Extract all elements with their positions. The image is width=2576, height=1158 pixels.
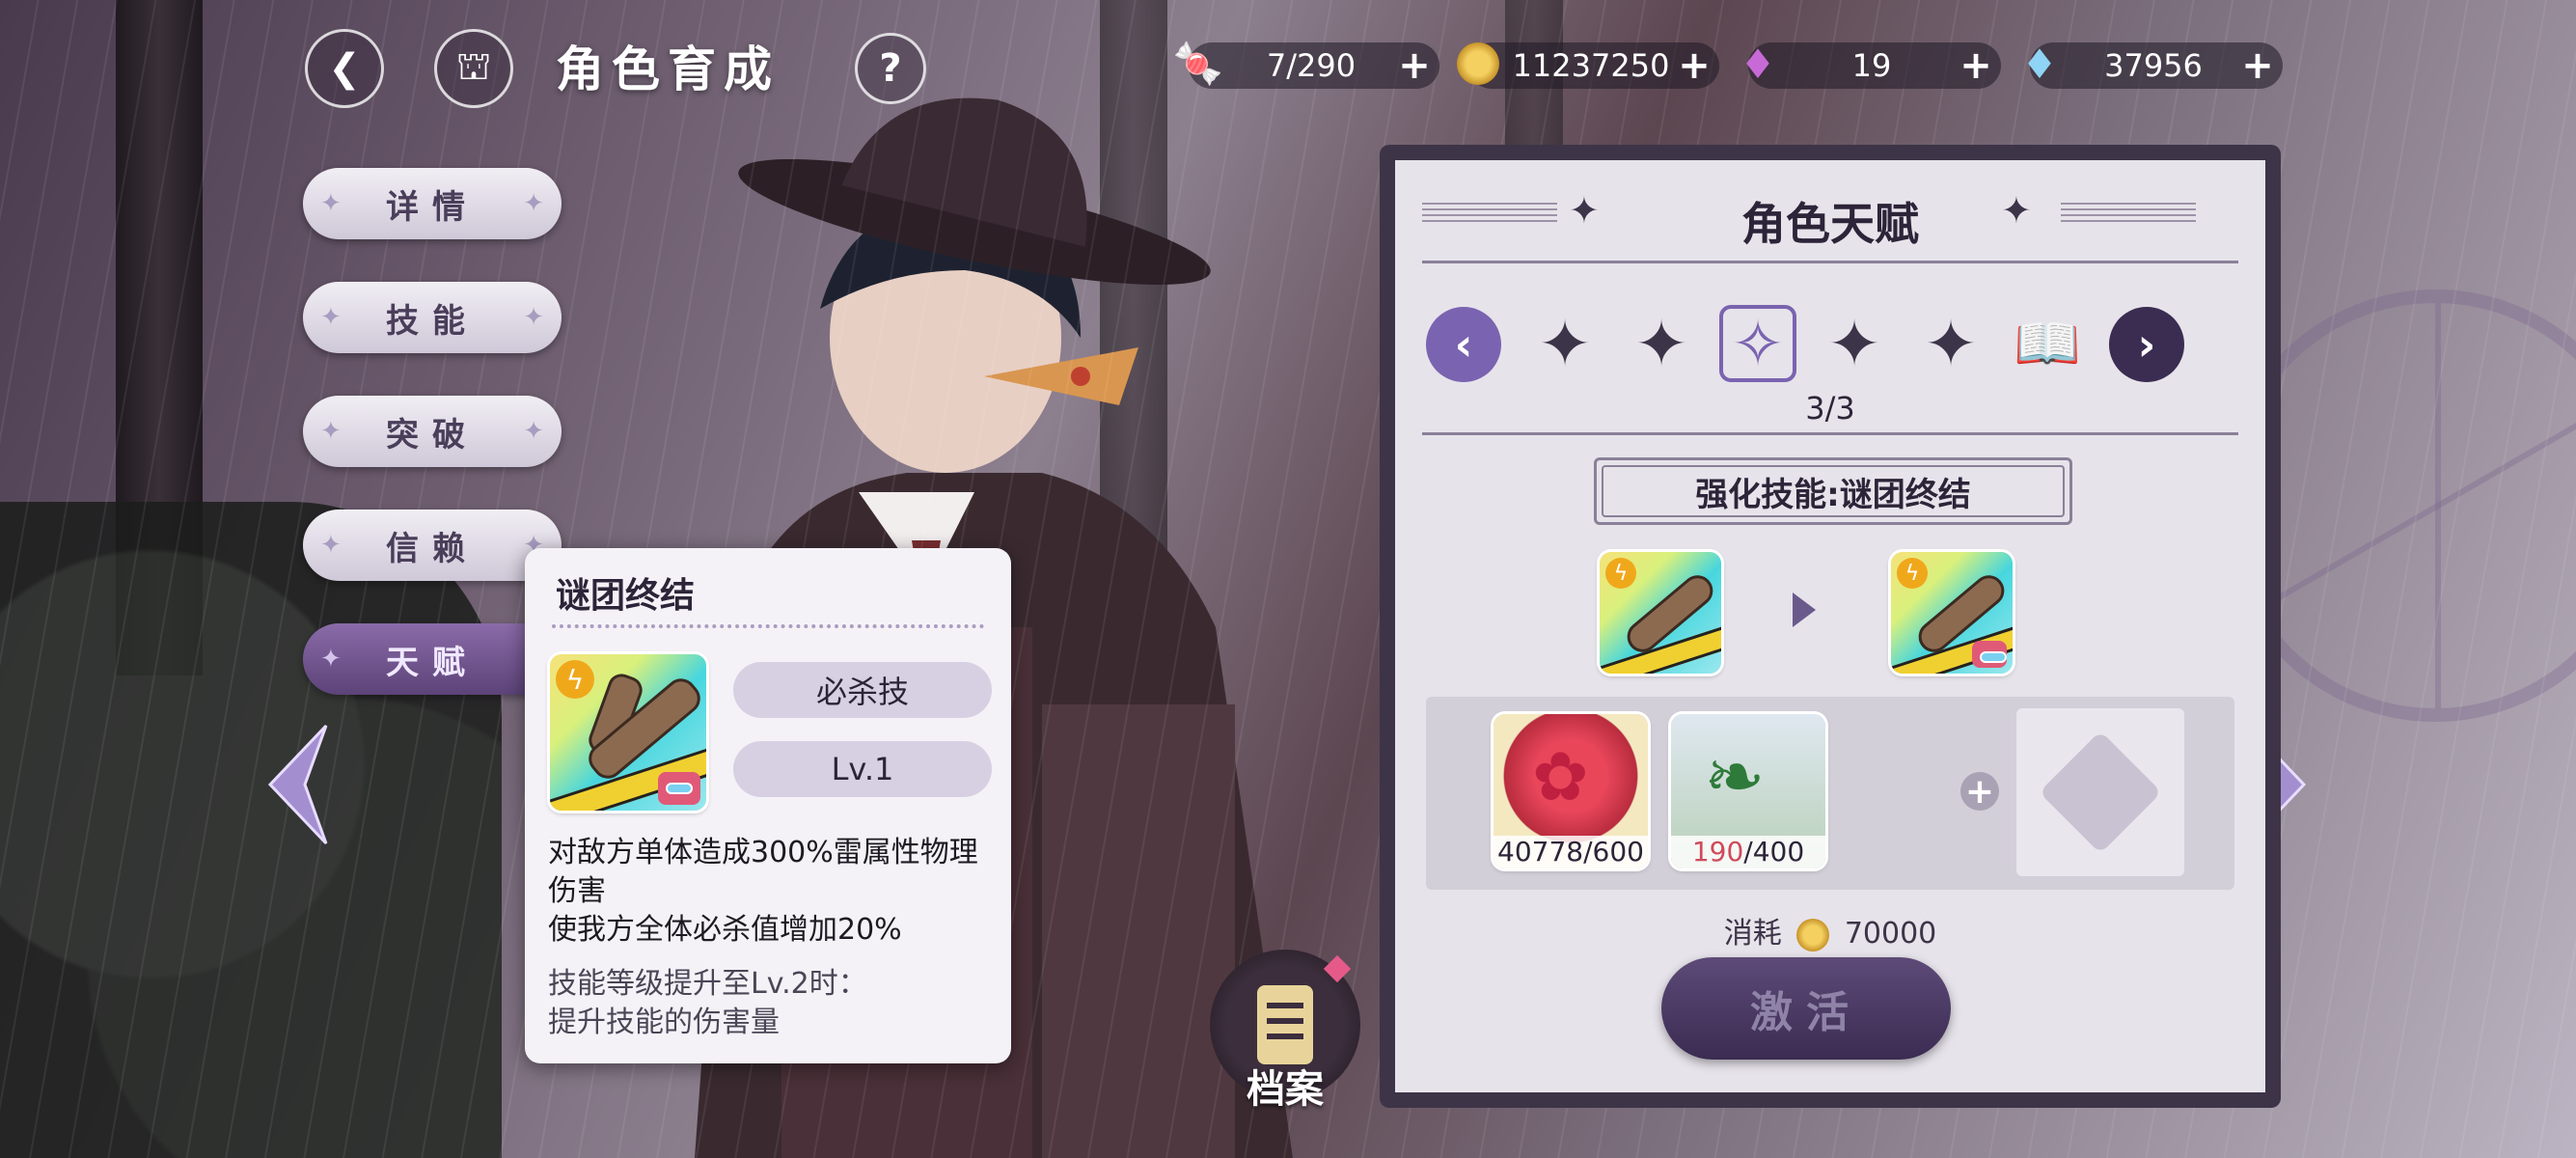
- page-title: 角色育成: [556, 41, 780, 97]
- menu-label: 天赋: [386, 643, 479, 682]
- upgrade-arrow-icon: [1793, 593, 1816, 627]
- candy-icon: 🍬: [1172, 40, 1224, 87]
- owned-count: 190: [1691, 836, 1744, 868]
- menu-talent[interactable]: ✦ 天赋 ✦: [303, 623, 562, 695]
- blue-diamond-icon: ♦: [2021, 40, 2058, 88]
- lightning-icon: ϟ: [1605, 558, 1636, 589]
- enhance-skill-label: 强化技能:谜团终结: [1594, 457, 2072, 525]
- previous-character-icon[interactable]: [266, 722, 330, 847]
- sparkle-icon: ✦: [320, 531, 342, 560]
- upgrade-tag-icon: [1972, 641, 2007, 668]
- counter-divider: [1422, 432, 2238, 435]
- add-stamina-button[interactable]: +: [1395, 43, 1434, 88]
- sparkle-icon: ✦: [320, 645, 342, 674]
- talent-node-2-icon[interactable]: ✦: [1623, 305, 1700, 382]
- menu-label: 详情: [386, 187, 479, 227]
- next-talent-button[interactable]: ›: [2109, 307, 2184, 382]
- menu-label: 突破: [386, 415, 479, 455]
- sparkle-icon: ✦: [320, 417, 342, 446]
- material-slot-1[interactable]: ✿ 40778/600: [1494, 714, 1648, 868]
- tooltip-skill-icon: ϟ: [550, 654, 706, 811]
- sparkle-icon: ✦: [320, 303, 342, 332]
- notebook-icon: [1257, 985, 1313, 1064]
- skill-tooltip: 谜团终结 ϟ 必杀技 Lv.1 对敌方单体造成300%雷属性物理伤害 使我方全体…: [525, 548, 1011, 1063]
- coin-counter: 11237250 +: [1457, 42, 1719, 89]
- sparkle-icon: ✦: [320, 189, 342, 218]
- lightning-icon: ϟ: [1897, 558, 1928, 589]
- green-leaf-icon: ❧: [1704, 733, 1766, 819]
- cost-value: 70000: [1844, 917, 1937, 951]
- previous-talent-button[interactable]: ‹: [1426, 307, 1501, 382]
- material-slot-2[interactable]: ❧ 190/400: [1671, 714, 1825, 868]
- talent-node-3-selected-icon[interactable]: ✧: [1719, 305, 1796, 382]
- material-count: 40778/600: [1494, 836, 1648, 868]
- tooltip-divider: [552, 624, 984, 628]
- next-level-line: 提升技能的伤害量: [548, 1006, 780, 1039]
- next-level-info: 技能等级提升至Lv.2时： 提升技能的伤害量: [548, 965, 1001, 1042]
- menu-details[interactable]: ✦ 详情 ✦: [303, 168, 562, 239]
- coin-icon: [1796, 918, 1830, 951]
- cost-label: 消耗: [1723, 917, 1782, 951]
- title-decoration-right: [2061, 203, 2196, 226]
- material-count: 190/400: [1671, 836, 1825, 868]
- menu-skills[interactable]: ✦ 技能 ✦: [303, 282, 562, 353]
- tooltip-title: 谜团终结: [556, 576, 696, 616]
- add-coins-button[interactable]: +: [1675, 43, 1713, 88]
- back-arrow-icon: ❮: [328, 46, 361, 91]
- book-icon[interactable]: 📖: [2009, 305, 2086, 382]
- menu-trust[interactable]: ✦ 信赖 ✦: [303, 510, 562, 581]
- sparkle-icon: ✦: [523, 417, 544, 446]
- back-button[interactable]: ❮: [305, 29, 384, 108]
- add-purple-gems-button[interactable]: +: [1957, 43, 1995, 88]
- talent-counter: 3/3: [1805, 390, 1855, 427]
- activate-button[interactable]: 激活: [1661, 957, 1951, 1060]
- purple-gem-icon: ♦: [1740, 40, 1776, 88]
- skill-description: 对敌方单体造成300%雷属性物理伤害 使我方全体必杀值增加20%: [548, 834, 1001, 950]
- plus-icon: +: [1960, 772, 1999, 812]
- enhance-skill-text: 强化技能:谜团终结: [1695, 475, 1971, 514]
- archive-label: 档案: [1247, 1067, 1324, 1112]
- menu-label: 信赖: [386, 529, 479, 568]
- talent-node-4-icon[interactable]: ✦: [1816, 305, 1893, 382]
- home-button[interactable]: ⛫: [434, 29, 513, 108]
- sparkle-icon: ✦: [523, 189, 544, 218]
- help-icon: ?: [879, 46, 902, 91]
- talent-node-1-icon[interactable]: ✦: [1526, 305, 1603, 382]
- needed-count: /400: [1743, 836, 1805, 868]
- help-button[interactable]: ?: [855, 33, 926, 104]
- activate-label: 激活: [1750, 988, 1862, 1037]
- skill-type-pill: 必杀技: [733, 662, 992, 718]
- purple-gem-counter: ♦ 19 +: [1740, 41, 2001, 89]
- empty-material-slot: [2016, 708, 2184, 876]
- next-level-line: 技能等级提升至Lv.2时：: [548, 967, 867, 1001]
- upgrade-tag-icon: [658, 772, 700, 805]
- add-blue-diamonds-button[interactable]: +: [2238, 43, 2277, 88]
- stamina-counter: 🍬 7/290 +: [1173, 40, 1439, 89]
- skill-after-icon[interactable]: ϟ: [1891, 552, 2013, 674]
- description-line: 使我方全体必杀值增加20%: [548, 913, 902, 947]
- title-divider: [1422, 261, 2238, 263]
- menu-breakthrough[interactable]: ✦ 突破 ✦: [303, 396, 562, 467]
- materials-area: ✿ 40778/600 ❧ 190/400 +: [1426, 697, 2234, 890]
- skill-level-pill: Lv.1: [733, 741, 992, 797]
- owned-count: 40778: [1497, 836, 1584, 868]
- talent-node-5-icon[interactable]: ✦: [1912, 305, 1989, 382]
- description-line: 对敌方单体造成300%雷属性物理伤害: [548, 836, 978, 908]
- chevron-right-icon: ›: [2137, 318, 2156, 371]
- sparkle-icon: ✦: [2001, 189, 2032, 232]
- talent-panel: ✦ 角色天赋 ✦ ‹ ✦ ✦ ✧ ✦ ✦ 📖 › 3/3 强化技能:谜团终结 ϟ…: [1395, 160, 2265, 1092]
- skill-before-icon[interactable]: ϟ: [1600, 552, 1721, 674]
- red-flower-icon: ✿: [1532, 737, 1589, 816]
- blue-diamond-counter: ♦ 37956 +: [2021, 41, 2283, 89]
- castle-icon: ⛫: [455, 43, 492, 89]
- needed-count: /600: [1583, 836, 1644, 868]
- sparkle-icon: ✦: [523, 303, 544, 332]
- coin-icon: [1449, 35, 1507, 93]
- lightning-icon: ϟ: [556, 660, 594, 699]
- chevron-left-icon: ‹: [1454, 318, 1473, 371]
- menu-label: 技能: [386, 301, 479, 341]
- cost-row: 消耗 70000: [1395, 909, 2265, 951]
